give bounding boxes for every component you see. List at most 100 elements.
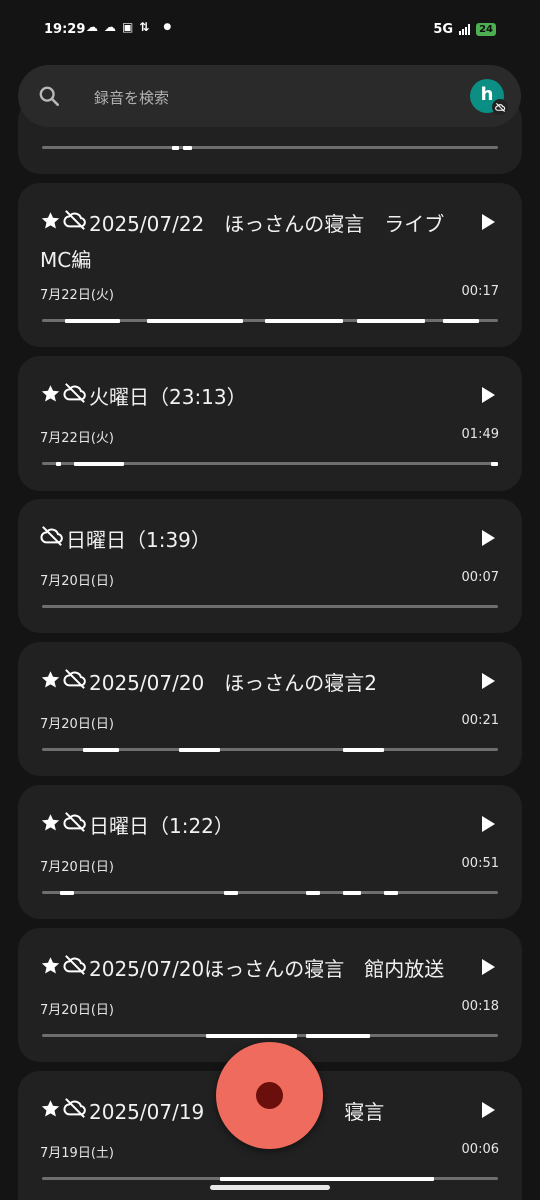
waveform-highlight (60, 890, 74, 895)
recording-duration: 00:21 (461, 713, 499, 728)
recording-card[interactable]: 日曜日（1:22） 7月20日(日) 00:51 (18, 785, 522, 919)
waveform-highlight (224, 890, 238, 895)
status-right: 5G 24 (433, 22, 496, 37)
waveform-highlight (357, 318, 425, 323)
recording-title: 2025/07/22 ほっさんの寝言 ライブMC編 (40, 207, 454, 277)
waveform-highlight (65, 318, 120, 323)
record-icon (256, 1082, 283, 1109)
play-icon[interactable] (480, 529, 496, 551)
waveform-track[interactable] (42, 145, 498, 150)
waveform-highlight (83, 747, 119, 752)
recording-card[interactable]: 2025/07/22 ほっさんの寝言 ライブMC編 7月22日(火) 00:17 (18, 183, 522, 347)
recording-title-text: 火曜日（23:13） (89, 385, 247, 409)
recording-date: 7月22日(火) (40, 288, 114, 303)
star-icon[interactable] (40, 666, 61, 700)
waveform-track[interactable] (42, 890, 498, 895)
recording-title-text: 2025/07/22 ほっさんの寝言 ライブMC編 (40, 212, 445, 272)
waveform-highlight (384, 890, 398, 895)
cloud-off-icon (63, 380, 87, 414)
cloud-off-icon (63, 207, 87, 241)
star-icon[interactable] (40, 1095, 61, 1129)
star-icon[interactable] (40, 380, 61, 414)
battery-icon: 24 (476, 23, 496, 36)
star-icon[interactable] (40, 809, 61, 843)
network-label: 5G (433, 22, 454, 37)
waveform-highlight (74, 461, 124, 466)
play-icon[interactable] (480, 1101, 496, 1123)
recording-duration: 00:51 (461, 856, 499, 871)
waveform-highlight (343, 890, 361, 895)
waveform-highlight (343, 747, 384, 752)
record-button[interactable] (216, 1042, 323, 1149)
recording-date: 7月19日(土) (40, 1146, 114, 1161)
cloud-icon: ☁ (86, 20, 98, 34)
recordings-list[interactable]: 2025/07/22 ほっさんの寝言 ライブMC編 7月22日(火) 00:17 火曜… (0, 0, 540, 1200)
waveform-highlight (443, 318, 479, 323)
recording-title-text: 2025/07/20ほっさんの寝言 館内放送 (89, 957, 445, 981)
cloud-off-icon (63, 1095, 87, 1129)
recording-duration: 01:49 (461, 427, 499, 442)
status-time: 19:29 (44, 22, 86, 37)
play-icon[interactable] (480, 958, 496, 980)
search-icon[interactable] (38, 85, 60, 107)
recording-duration: 00:07 (461, 570, 499, 585)
play-icon[interactable] (480, 386, 496, 408)
waveform-track[interactable] (42, 605, 498, 608)
avatar[interactable]: h (470, 79, 508, 115)
play-icon[interactable] (480, 672, 496, 694)
search-bar[interactable]: 録音を検索 h (18, 65, 521, 127)
play-icon[interactable] (480, 213, 496, 235)
waveform-track[interactable] (42, 318, 498, 323)
waveform-highlight (147, 318, 243, 323)
recording-duration: 00:06 (461, 1142, 499, 1157)
cloud-off-icon (63, 666, 87, 700)
waveform-track[interactable] (42, 1033, 498, 1038)
play-icon[interactable] (480, 815, 496, 837)
recording-title-text: 2025/07/20 ほっさんの寝言2 (89, 671, 377, 695)
waveform-highlight (306, 1033, 370, 1038)
recording-card[interactable]: 日曜日（1:39） 7月20日(日) 00:07 (18, 499, 522, 633)
recording-card[interactable]: 火曜日（23:13） 7月22日(火) 01:49 (18, 356, 522, 491)
recording-duration: 00:18 (461, 999, 499, 1014)
recording-title: 日曜日（1:22） (40, 809, 454, 845)
recording-card[interactable]: 2025/07/20 ほっさんの寝言2 7月20日(日) 00:21 (18, 642, 522, 776)
recording-title-text: 日曜日（1:39） (66, 528, 211, 552)
signal-icon (459, 24, 471, 35)
waveform-track[interactable] (42, 461, 498, 466)
star-icon[interactable] (40, 952, 61, 986)
waveform-highlight (306, 890, 320, 895)
waveform-highlight (179, 747, 220, 752)
recording-duration: 00:17 (461, 284, 499, 299)
waveform-highlight (172, 145, 179, 150)
network-icon: ⇅ (139, 20, 150, 34)
android-icon: ▣ (122, 20, 134, 34)
status-bar: 19:29 ☁ ☁ ▣ ⇅ ● 5G 24 (0, 0, 540, 60)
waveform-highlight (265, 318, 343, 323)
recording-date: 7月22日(火) (40, 431, 114, 446)
recording-title: 火曜日（23:13） (40, 380, 454, 416)
waveform-highlight (183, 145, 192, 150)
waveform-highlight (220, 1176, 434, 1181)
recording-title: 2025/07/20 ほっさんの寝言2 (40, 666, 454, 702)
recording-date: 7月20日(日) (40, 717, 114, 732)
avatar-letter: h (480, 84, 494, 105)
waveform-highlight (206, 1033, 297, 1038)
search-input[interactable]: 録音を検索 (94, 87, 169, 108)
home-indicator[interactable] (210, 1185, 330, 1190)
recording-date: 7月20日(日) (40, 1003, 114, 1018)
waveform-highlight (491, 461, 498, 466)
notification-icons: ☁ ☁ ▣ ⇅ ● (86, 20, 171, 34)
recording-title: 2025/07/20ほっさんの寝言 館内放送 (40, 952, 454, 988)
cloud-off-icon (40, 523, 64, 557)
cloud-off-badge-icon (492, 99, 508, 115)
recording-date: 7月20日(日) (40, 860, 114, 875)
recording-title: 日曜日（1:39） (40, 523, 454, 559)
recording-date: 7月20日(日) (40, 574, 114, 589)
cloud-icon: ☁ (104, 20, 116, 34)
cloud-off-icon (63, 809, 87, 843)
cloud-off-icon (63, 952, 87, 986)
star-icon[interactable] (40, 207, 61, 241)
waveform-track[interactable] (42, 747, 498, 752)
waveform-track[interactable] (42, 1176, 498, 1181)
waveform-highlight (56, 461, 61, 466)
